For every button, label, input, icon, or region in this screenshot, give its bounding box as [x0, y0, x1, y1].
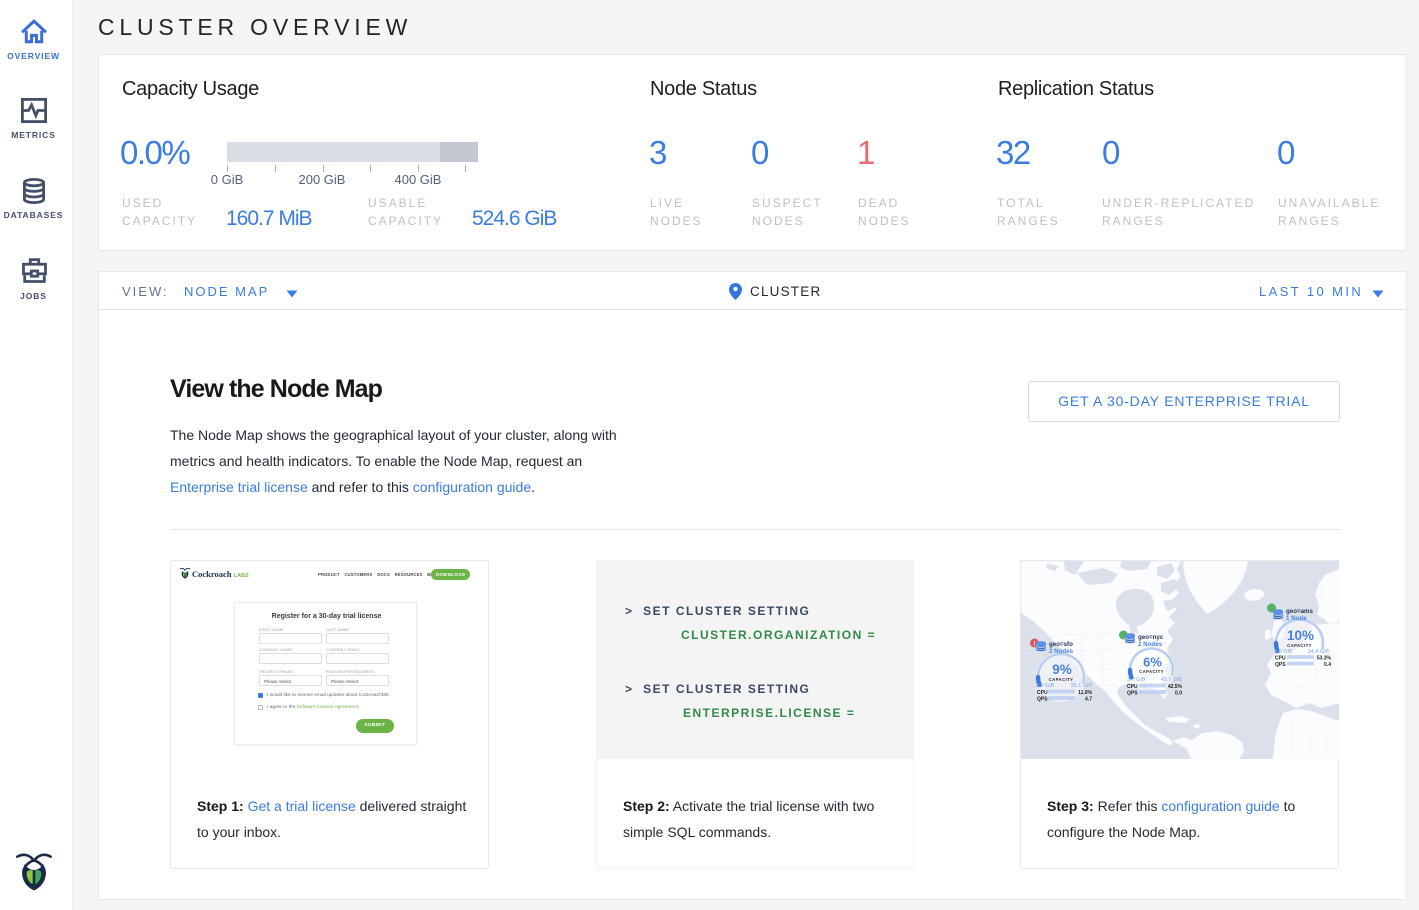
svg-text:geo=sfo: geo=sfo — [1049, 641, 1073, 648]
svg-text:2 Nodes: 2 Nodes — [1049, 648, 1074, 655]
svg-text:53.3%: 53.3% — [1317, 656, 1332, 662]
svg-text:QPS: QPS — [1275, 662, 1286, 668]
svg-text:35.1 GiB: 35.1 GiB — [1071, 683, 1093, 689]
svg-text:42.5%: 42.5% — [1168, 684, 1183, 690]
svg-text:CPU: CPU — [1127, 684, 1138, 690]
svg-text:1 Node: 1 Node — [1286, 615, 1307, 622]
svg-text:0.4: 0.4 — [1324, 662, 1331, 668]
svg-text:CPU: CPU — [1037, 690, 1048, 696]
svg-text:34.4 GiB: 34.4 GiB — [1308, 649, 1330, 655]
svg-text:3.7 GiB: 3.7 GiB — [1127, 677, 1146, 683]
svg-text:9%: 9% — [1052, 662, 1072, 677]
svg-text:3.6 GiB: 3.6 GiB — [1274, 649, 1293, 655]
svg-text:4.7: 4.7 — [1085, 697, 1092, 703]
svg-text:10%: 10% — [1287, 628, 1314, 643]
svg-text:CAPACITY: CAPACITY — [1287, 643, 1312, 648]
svg-text:geo=nyc: geo=nyc — [1138, 634, 1164, 641]
svg-text:CAPACITY: CAPACITY — [1049, 677, 1074, 682]
svg-text:CAPACITY: CAPACITY — [1139, 669, 1164, 674]
svg-text:0.0: 0.0 — [1175, 691, 1182, 697]
svg-text:CPU: CPU — [1275, 656, 1286, 662]
svg-text:6%: 6% — [1143, 655, 1162, 670]
svg-text:geo=ams: geo=ams — [1286, 608, 1314, 615]
svg-text:11.0%: 11.0% — [1078, 690, 1092, 696]
svg-text:3.2 GiB: 3.2 GiB — [1036, 683, 1055, 689]
svg-text:!: ! — [1034, 642, 1036, 648]
svg-text:2 Nodes: 2 Nodes — [1138, 641, 1163, 648]
svg-text:45.7 GiB: 45.7 GiB — [1161, 677, 1183, 683]
svg-text:QPS: QPS — [1127, 691, 1138, 697]
svg-text:QPS: QPS — [1037, 697, 1048, 703]
